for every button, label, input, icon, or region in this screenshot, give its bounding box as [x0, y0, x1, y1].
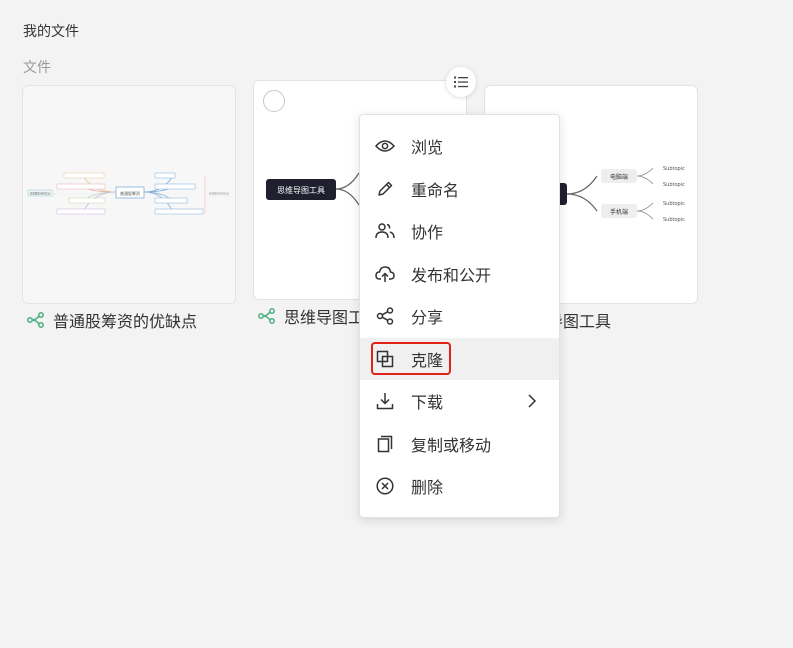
thumb-node-2-label: 手机端	[610, 208, 628, 216]
chevron-right-icon	[528, 394, 537, 408]
list-menu-icon	[454, 76, 468, 88]
close-circle-icon	[375, 476, 395, 496]
thumb-left-node-label: 普通股筹资的优点	[30, 192, 51, 196]
thumb-right-node-label: 普通股筹资的缺点	[209, 192, 230, 196]
menu-item-publish[interactable]: 发布和公开	[360, 253, 559, 296]
menu-item-label: 重命名	[411, 180, 460, 200]
mindmap-icon	[258, 308, 275, 324]
menu-item-collaborate[interactable]: 协作	[360, 210, 559, 253]
menu-item-delete[interactable]: 删除	[360, 465, 559, 508]
section-label: 文件	[23, 60, 51, 76]
menu-item-label: 删除	[411, 478, 444, 498]
thumb-center-label: 思维导图工具	[277, 185, 325, 195]
thumb-leaf-label: Subtopic	[663, 166, 685, 172]
menu-item-label: 复制或移动	[411, 435, 492, 455]
breadcrumb[interactable]: 我的文件	[23, 21, 79, 41]
menu-item-label: 克隆	[411, 350, 444, 370]
menu-item-label: 下载	[411, 393, 444, 413]
thumb-leaf-label: Subtopic	[663, 201, 685, 207]
file-card-1-title[interactable]: 普通股筹资的优缺点	[27, 308, 197, 332]
menu-item-label: 浏览	[411, 138, 444, 158]
cloud-upload-icon	[375, 264, 395, 284]
thumb-leaf-label: Subtopic	[663, 182, 685, 188]
copy-icon	[375, 434, 395, 454]
menu-item-download[interactable]: 下载	[360, 380, 559, 423]
pencil-icon	[375, 179, 395, 199]
thumb-center-label: 普通股筹资	[120, 190, 140, 196]
menu-item-label: 发布和公开	[411, 265, 492, 285]
menu-item-label: 协作	[411, 223, 444, 243]
thumb-node-1-label: 电脑端	[610, 173, 628, 181]
people-icon	[375, 221, 395, 241]
thumb-leaf-label: Subtopic	[663, 217, 685, 223]
file-card-1[interactable]: 普通股筹资 普通股筹资的优点 普通股筹资的缺点	[22, 85, 236, 304]
mindmap-icon	[27, 312, 44, 328]
share-icon	[375, 306, 395, 326]
context-menu: 浏览 重命名 协作 发布和公开 分享 克隆 下载 复制或移动 删除	[359, 114, 560, 518]
menu-item-view[interactable]: 浏览	[360, 125, 559, 168]
mindmap-thumbnail: 普通股筹资 普通股筹资的优点 普通股筹资的缺点	[27, 172, 233, 215]
menu-item-clone[interactable]: 克隆	[360, 337, 559, 380]
menu-item-copy-move[interactable]: 复制或移动	[360, 423, 559, 466]
eye-icon	[375, 136, 395, 156]
menu-item-rename[interactable]: 重命名	[360, 168, 559, 211]
file-title-label: 普通股筹资的优缺点	[53, 312, 198, 331]
clone-icon	[375, 349, 395, 369]
menu-item-share[interactable]: 分享	[360, 295, 559, 338]
more-menu-button[interactable]	[446, 67, 476, 97]
download-icon	[375, 391, 395, 411]
menu-item-label: 分享	[411, 308, 444, 328]
